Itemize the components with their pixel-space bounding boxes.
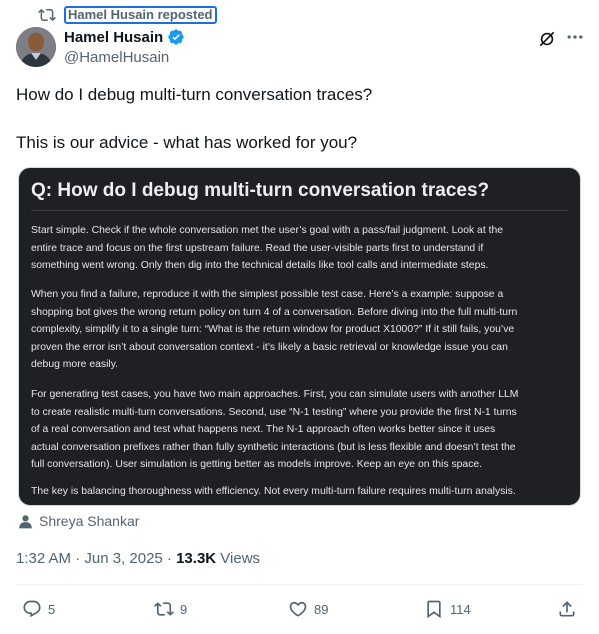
author-name[interactable]: Hamel Husain [64,29,163,46]
views-label: Views [216,550,261,567]
image-paragraph-4: The key is balancing thoroughness with e… [31,486,516,497]
view-count: 13.3K [176,550,217,567]
repost-action-icon [154,602,174,616]
avatar[interactable] [16,27,56,67]
bookmark-icon [427,600,441,619]
tweet-timestamp[interactable]: 1:32 AM · Jun 3, 2025 · [16,550,176,567]
attached-image[interactable]: Q: How do I debug multi-turn conversatio… [18,167,581,506]
repost-count: 9 [180,601,188,617]
image-paragraph-3: For generating test cases, you have two … [31,389,519,471]
image-paragraph-2: When you find a failure, reproduce it wi… [31,289,518,371]
divider [16,584,583,585]
tweet-meta: 1:32 AM · Jun 3, 2025 · 13.3K Views [16,550,260,567]
repost-button[interactable]: 9 [154,599,187,619]
heart-icon [289,601,307,617]
like-button[interactable]: 89 [288,599,328,619]
reply-count: 5 [48,601,56,617]
tweet-text-line-1: How do I debug multi-turn conversation t… [16,85,373,104]
share-button[interactable] [557,599,583,619]
image-divider [31,210,568,211]
reply-icon [23,600,41,618]
repost-indicator[interactable]: Hamel Husain reposted [38,6,217,24]
avatar-image [16,27,56,67]
image-title: Q: How do I debug multi-turn conversatio… [31,180,490,201]
verified-badge-icon [168,29,184,45]
bookmark-count: 114 [450,601,471,617]
repost-icon [38,8,56,22]
bookmark-button[interactable]: 114 [424,599,471,619]
share-icon [559,601,575,617]
repost-label[interactable]: Hamel Husain reposted [64,6,217,24]
author-handle[interactable]: @HamelHusain [64,49,169,66]
author-name-row[interactable]: Hamel Husain [64,28,185,46]
tagged-user-name[interactable]: Shreya Shankar [39,513,139,529]
more-options-icon[interactable] [565,27,585,47]
grok-icon[interactable] [537,29,557,49]
person-icon [19,514,32,528]
image-paragraph-1: Start simple. Check if the whole convers… [31,225,504,272]
reply-button[interactable]: 5 [22,599,55,619]
tagged-user[interactable]: Shreya Shankar [18,513,139,529]
tweet-text-line-2: This is our advice - what has worked for… [16,133,358,152]
like-count: 89 [314,601,329,617]
